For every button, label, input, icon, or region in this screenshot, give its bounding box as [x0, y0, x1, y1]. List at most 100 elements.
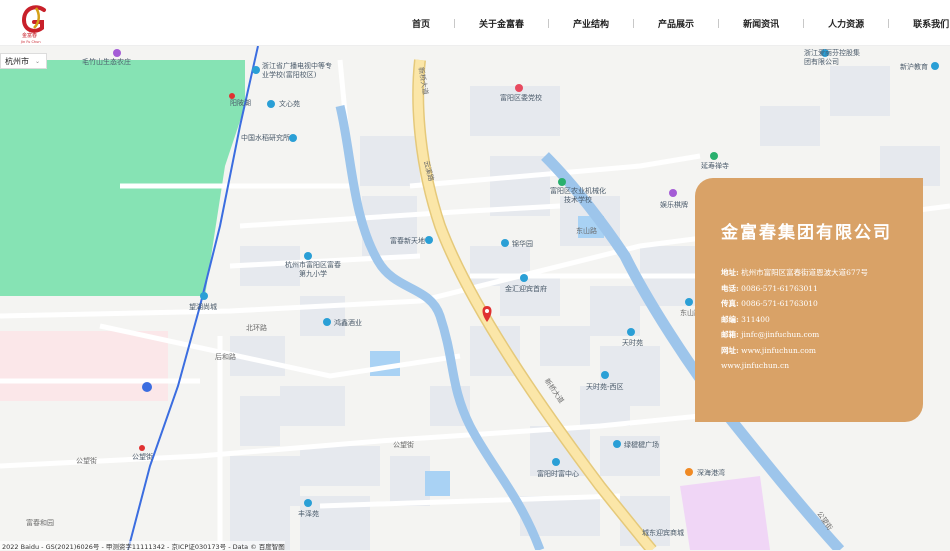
map-copyright: 2022 Baidu - GS(2021)6026号 - 甲测资字1111134… — [0, 541, 285, 551]
website-link[interactable]: www.jinfuchun.com — [741, 346, 816, 355]
plaza-pin-icon[interactable] — [613, 440, 621, 448]
logo-text: 金富春 — [22, 32, 37, 39]
poi-label[interactable]: 望湖尚城 — [189, 303, 217, 312]
poi-label[interactable]: 新沪教育 — [900, 63, 928, 72]
web-row: 网址: www.jinfuchun.com — [721, 343, 923, 359]
poi-label[interactable]: 丰泽苑 — [298, 510, 319, 519]
address-label: 地址: — [721, 268, 739, 277]
nav-home[interactable]: 首页 — [412, 17, 430, 30]
poi-label[interactable]: 富阳区农业机械化技术学校 — [548, 187, 608, 205]
contact-info-card: 金富春集团有限公司 地址: 杭州市富阳区富春街道恩波大道677号 电话: 008… — [695, 178, 923, 422]
website-link-cn[interactable]: www.jinfuchun.cn — [721, 361, 789, 370]
phone-row: 电话: 0086-571-61763011 — [721, 281, 923, 297]
nav-about[interactable]: 关于金富春 — [479, 17, 524, 30]
nav-contact[interactable]: 联系我们 — [913, 17, 949, 30]
poi-label[interactable]: 富阳时富中心 — [537, 470, 579, 479]
zip-row: 邮编: 311400 — [721, 312, 923, 328]
email-row: 邮箱: jinfc@jinfuchun.com — [721, 327, 923, 343]
email-link[interactable]: jinfc@jinfuchun.com — [741, 330, 819, 339]
poi-label[interactable]: 浙江省广播电视中等专业学校(富阳校区) — [262, 62, 332, 80]
poi-label[interactable]: 天时苑 — [622, 339, 643, 348]
leisure-pin-icon[interactable] — [113, 49, 121, 57]
poi-label[interactable]: 娱乐棋牌 — [660, 201, 688, 210]
fax-row: 传真: 0086-571-61763010 — [721, 296, 923, 312]
poi-label[interactable]: 毛竹山生态农庄 — [82, 58, 131, 67]
main-nav: 首页 关于金富春 产业结构 产品展示 新闻资讯 人力资源 联系我们 — [412, 0, 949, 46]
poi-label[interactable]: 富阳区委党校 — [500, 94, 542, 103]
poi-label[interactable]: 中国水稻研究所 — [241, 134, 290, 143]
pink-area — [0, 331, 168, 401]
education-pin-icon[interactable] — [931, 62, 939, 70]
email-label: 邮箱: — [721, 330, 739, 339]
parking-icon[interactable] — [142, 382, 152, 392]
nav-divider — [633, 18, 635, 28]
nav-products[interactable]: 产品展示 — [658, 17, 694, 30]
school-pin-icon[interactable] — [558, 178, 566, 186]
poi-label[interactable]: 绿楗楗广场 — [624, 441, 659, 450]
web-extra-row: www.jinfuchun.cn — [721, 358, 923, 374]
poi-label[interactable]: 锦华园 — [512, 240, 533, 249]
entertainment-pin-icon[interactable] — [669, 189, 677, 197]
road-label: 富春和园 — [26, 519, 54, 527]
city-selector-value: 杭州市 — [5, 56, 29, 66]
temple-pin-icon[interactable] — [710, 152, 718, 160]
road-label: 公望街 — [76, 457, 97, 465]
building-pin-icon[interactable] — [552, 458, 560, 466]
pond — [425, 471, 450, 496]
web-label: 网址: — [721, 345, 739, 355]
subway-pin-icon[interactable] — [139, 445, 145, 451]
city-selector[interactable]: 杭州市 ⌄ — [0, 53, 48, 69]
poi-label[interactable]: 延寿禅寺 — [701, 162, 729, 171]
fax-value: 0086-571-61763010 — [741, 299, 818, 308]
address-value: 杭州市富阳区富春街道恩波大道677号 — [741, 268, 868, 277]
residence-pin-icon[interactable] — [685, 298, 693, 306]
company-logo[interactable]: 金富春 Jin Fu Chun — [18, 2, 54, 44]
residence-pin-icon[interactable] — [601, 371, 609, 379]
residence-pin-icon[interactable] — [304, 499, 312, 507]
zip-value: 311400 — [741, 314, 770, 324]
poi-label[interactable]: 公望街 — [132, 453, 153, 462]
nav-divider — [803, 18, 805, 28]
poi-label[interactable]: 深海港湾 — [697, 469, 725, 478]
address-row: 地址: 杭州市富阳区富春街道恩波大道677号 — [721, 265, 923, 281]
nav-divider — [454, 18, 456, 28]
logo-subtext: Jin Fu Chun — [20, 40, 41, 44]
nav-news[interactable]: 新闻资讯 — [743, 17, 779, 30]
government-pin-icon[interactable] — [515, 84, 523, 92]
commercial-area — [680, 476, 770, 550]
site-header: 金富春 Jin Fu Chun 首页 关于金富春 产业结构 产品展示 新闻资讯 … — [0, 0, 950, 46]
shop-pin-icon[interactable] — [323, 318, 331, 326]
residence-pin-icon[interactable] — [200, 292, 208, 300]
residence-pin-icon[interactable] — [425, 236, 433, 244]
poi-label[interactable]: 鸿鑫酒业 — [334, 319, 362, 328]
nav-divider — [888, 18, 890, 28]
poi-label[interactable]: 富春新天地 — [390, 237, 425, 246]
poi-label[interactable]: 天时苑-西区 — [586, 383, 624, 392]
nav-hr[interactable]: 人力资源 — [828, 17, 864, 30]
road-label: 东山路 — [576, 227, 597, 235]
road-label: 后和路 — [215, 353, 236, 361]
school-pin-icon[interactable] — [304, 252, 312, 260]
chevron-down-icon: ⌄ — [35, 57, 41, 65]
poi-label[interactable]: 文心苑 — [279, 100, 300, 109]
residence-pin-icon[interactable] — [627, 328, 635, 336]
residence-pin-icon[interactable] — [267, 100, 275, 108]
phone-value: 0086-571-61763011 — [741, 283, 818, 293]
road-label: 公望街 — [393, 441, 414, 449]
zip-label: 邮编: — [721, 314, 739, 324]
institute-pin-icon[interactable] — [289, 134, 297, 142]
school-pin-icon[interactable] — [252, 66, 260, 74]
road-label: 北环路 — [246, 324, 267, 332]
nav-industry[interactable]: 产业结构 — [573, 17, 609, 30]
poi-label[interactable]: 杭州市富阳区富春第九小学 — [283, 261, 343, 279]
poi-label[interactable]: 金汇迎宾首府 — [505, 285, 547, 294]
residence-pin-icon[interactable] — [501, 239, 509, 247]
fax-label: 传真: — [721, 299, 739, 308]
poi-label[interactable]: 阳陂湖 — [230, 99, 251, 108]
restaurant-pin-icon[interactable] — [685, 468, 693, 476]
residence-pin-icon[interactable] — [520, 274, 528, 282]
park-area — [0, 60, 245, 296]
nav-divider — [718, 18, 720, 28]
poi-label[interactable]: 城东迎宾商城 — [642, 529, 684, 538]
poi-label[interactable]: 浙江爱丽芬控股集团有限公司 — [804, 49, 864, 67]
